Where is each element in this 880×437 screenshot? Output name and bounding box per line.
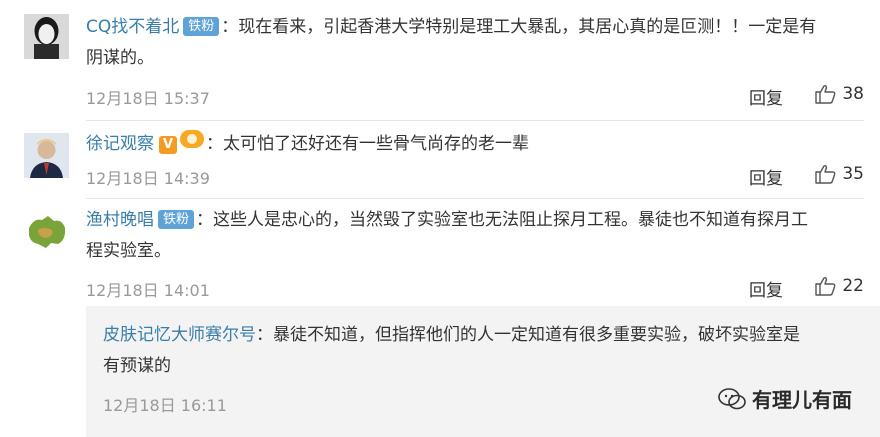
like-count: 22 xyxy=(842,276,864,296)
comment-item: 渔村晚唱 铁粉 ：这些人是忠心的，当然毁了实验室也无法阻止探月工程。暴徒也不知道有探… xyxy=(0,199,880,304)
username-link[interactable]: 皮肤记忆大师赛尔号 xyxy=(103,325,256,345)
reply-button[interactable]: 回复 xyxy=(749,84,783,109)
avatar[interactable] xyxy=(24,133,69,178)
timestamp: 12月18日 15:37 xyxy=(86,89,210,108)
like-button[interactable]: 22 xyxy=(814,276,864,296)
fan-badge: 铁粉 xyxy=(158,210,195,229)
watermark-text: 有理儿有面 xyxy=(752,388,852,412)
timestamp: 12月18日 16:11 xyxy=(103,396,227,415)
like-button[interactable]: 35 xyxy=(814,164,864,184)
comment-body: ：太可怕了还好还有一些骨气尚存的老一辈 xyxy=(206,134,529,154)
fan-level-icon xyxy=(180,130,204,148)
timestamp: 12月18日 14:39 xyxy=(86,169,210,188)
username-link[interactable]: CQ找不着北 xyxy=(86,17,179,37)
comment-text: 徐记观察 V ：太可怕了还好还有一些骨气尚存的老一辈 xyxy=(86,129,854,160)
comment-text: CQ找不着北 铁粉 ：现在看来，引起香港大学特别是理工大暴乱，其居心真的是叵测！！一… xyxy=(86,12,854,43)
comment-text-continued: 阴谋的。 xyxy=(86,48,154,68)
like-button[interactable]: 38 xyxy=(814,84,864,104)
comment-item: CQ找不着北 铁粉 ：现在看来，引起香港大学特别是理工大暴乱，其居心真的是叵测！！一… xyxy=(0,0,880,120)
reply-text: 皮肤记忆大师赛尔号：暴徒不知道，但指挥他们的人一定知道有很多重要实验，破坏实验室… xyxy=(103,320,850,351)
reply-button[interactable]: 回复 xyxy=(749,276,783,301)
comment-text-continued: 程实验室。 xyxy=(86,241,171,261)
username-link[interactable]: 渔村晚唱 xyxy=(86,210,154,230)
reply-button[interactable]: 回复 xyxy=(749,164,783,189)
comment-item: 徐记观察 V ：太可怕了还好还有一些骨气尚存的老一辈 12月18日 14:39 回复… xyxy=(0,121,880,198)
username-link[interactable]: 徐记观察 xyxy=(86,134,154,154)
verified-v-icon: V xyxy=(159,136,177,154)
thumbs-up-icon xyxy=(815,85,836,104)
timestamp: 12月18日 14:01 xyxy=(86,281,210,300)
like-count: 35 xyxy=(842,164,864,184)
comment-body: ：这些人是忠心的，当然毁了实验室也无法阻止探月工程。暴徒也不知道有探月工 xyxy=(196,210,809,230)
wechat-icon xyxy=(718,387,746,409)
thumbs-up-icon xyxy=(815,165,836,184)
like-count: 38 xyxy=(842,84,864,104)
reply-body: ：暴徒不知道，但指挥他们的人一定知道有很多重要实验，破坏实验室是 xyxy=(256,325,800,345)
avatar[interactable] xyxy=(24,210,69,255)
comment-body: ：现在看来，引起香港大学特别是理工大暴乱，其居心真的是叵测！！一定是有 xyxy=(221,17,817,37)
avatar[interactable] xyxy=(24,14,69,59)
fan-badge: 铁粉 xyxy=(183,17,220,36)
comment-text: 渔村晚唱 铁粉 ：这些人是忠心的，当然毁了实验室也无法阻止探月工程。暴徒也不知道有探… xyxy=(86,205,854,236)
nested-reply: 皮肤记忆大师赛尔号：暴徒不知道，但指挥他们的人一定知道有很多重要实验，破坏实验室… xyxy=(86,306,880,437)
wechat-watermark: 有理儿有面 xyxy=(718,384,852,413)
reply-text-continued: 有预谋的 xyxy=(103,356,171,376)
thumbs-up-icon xyxy=(815,277,836,296)
